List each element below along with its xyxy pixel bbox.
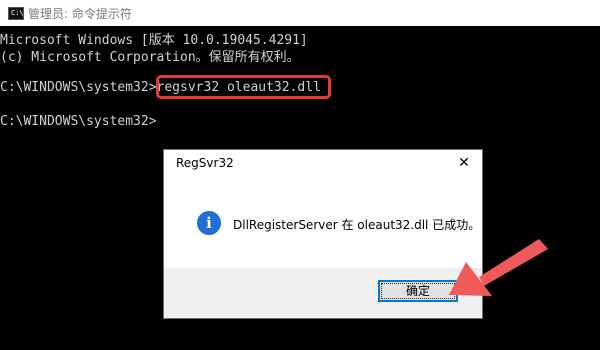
arrow-shaft [479, 239, 548, 286]
pointer-arrow-icon [449, 239, 548, 296]
